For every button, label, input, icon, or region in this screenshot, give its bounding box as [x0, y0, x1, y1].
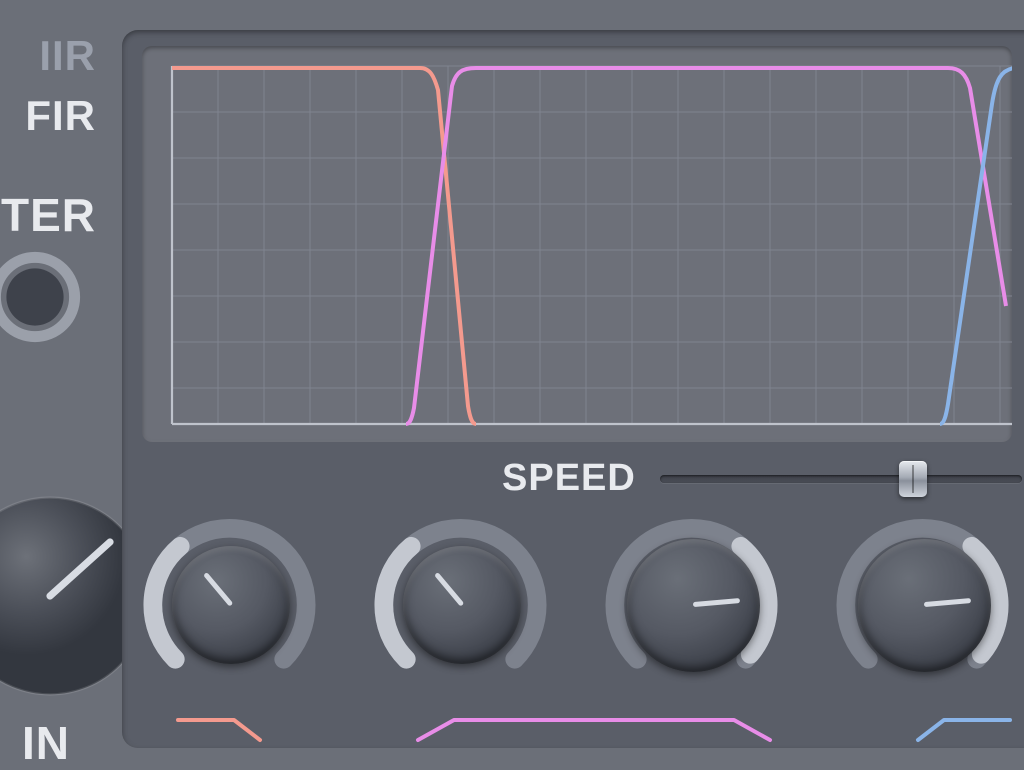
band-knob-row: [136, 510, 1016, 720]
ter-knob[interactable]: [0, 242, 90, 357]
band-shape-icons: [144, 716, 1024, 744]
band2-high-knob[interactable]: [598, 510, 785, 700]
filter-mode-fir[interactable]: FIR: [0, 92, 96, 140]
band1-freq-knob[interactable]: [136, 510, 323, 700]
band1-shape-icon: [174, 716, 264, 744]
speed-label: SPEED: [502, 457, 636, 500]
band2-curve[interactable]: [406, 68, 1006, 424]
speed-slider-thumb[interactable]: [899, 461, 927, 497]
band2-low-knob[interactable]: [367, 510, 554, 700]
section-label-ter: TER: [0, 188, 96, 242]
gain-label-in: IN: [0, 716, 70, 770]
speed-slider[interactable]: [660, 465, 1022, 491]
band3-freq-knob[interactable]: [829, 510, 1016, 700]
band3-shape-icon: [914, 716, 1014, 744]
speed-slider-track: [660, 475, 1022, 483]
band2-shape-icon: [414, 716, 774, 744]
crossover-graph[interactable]: [142, 46, 1012, 442]
crossover-panel: SPEED: [122, 30, 1024, 748]
filter-mode-iir[interactable]: IIR: [0, 32, 96, 80]
